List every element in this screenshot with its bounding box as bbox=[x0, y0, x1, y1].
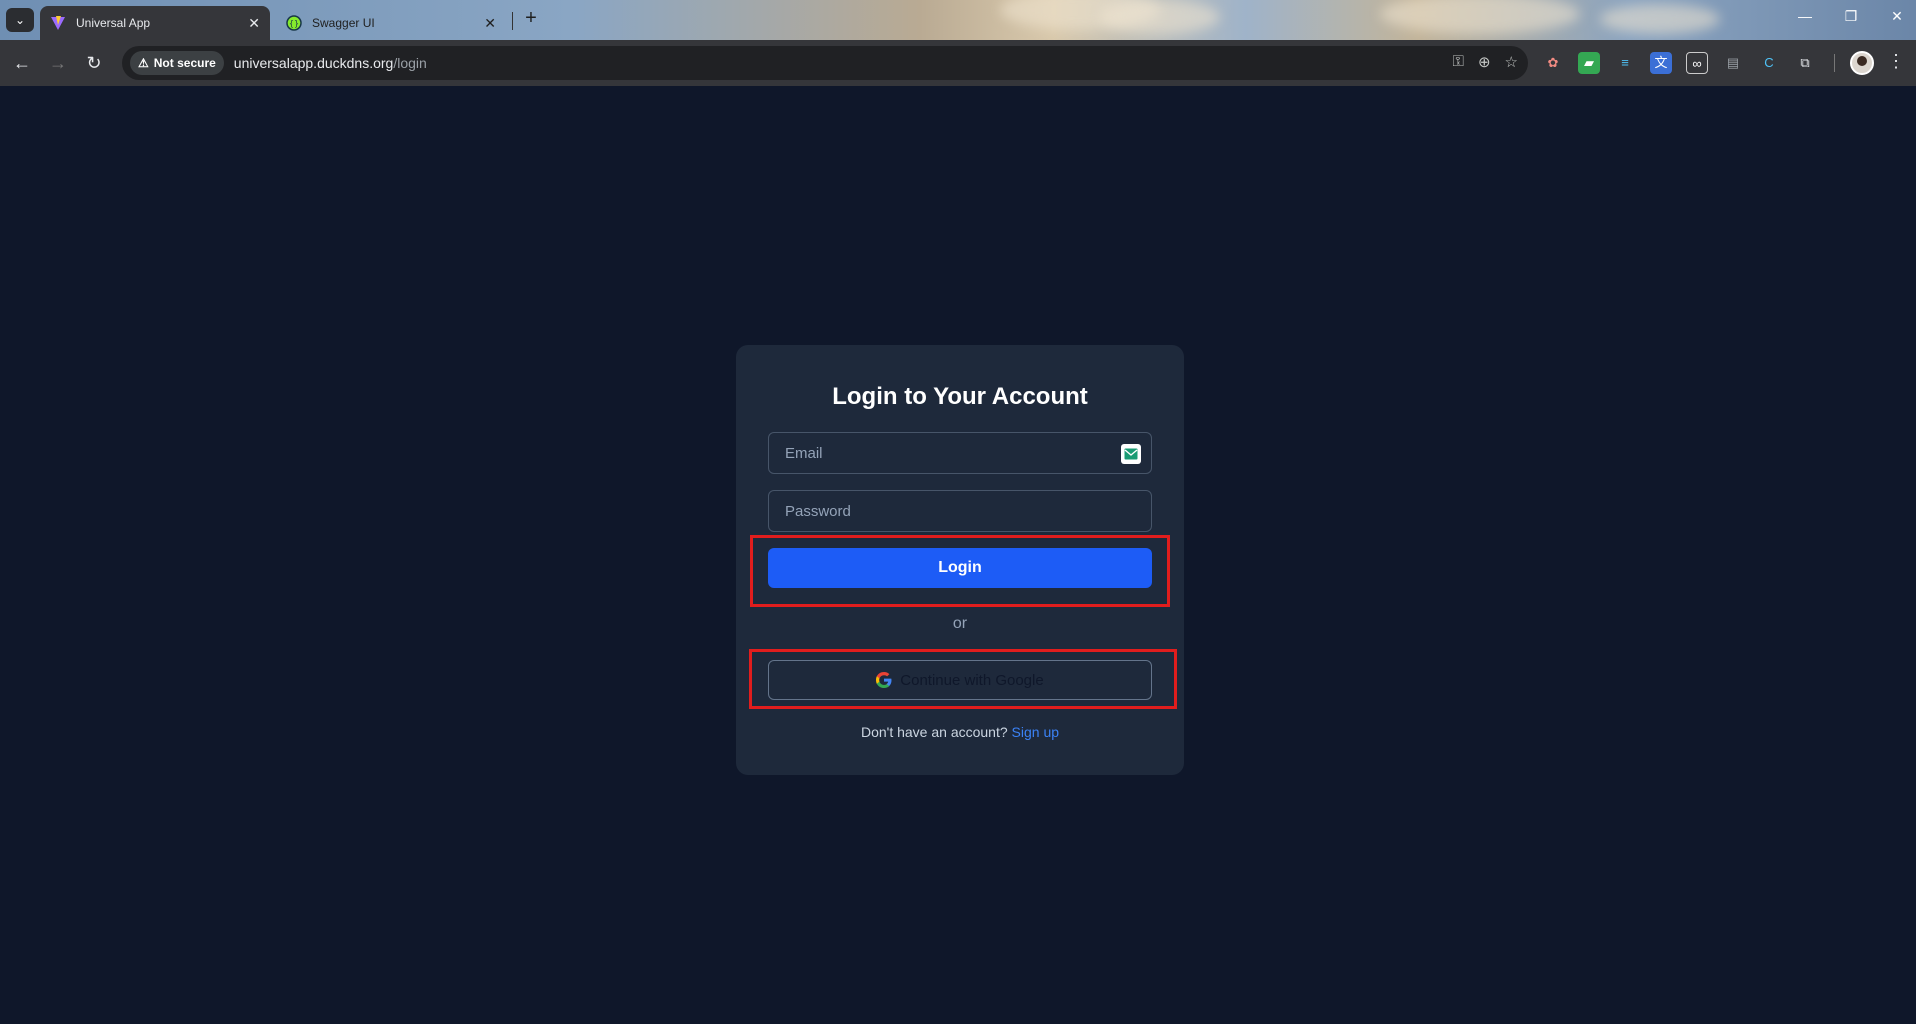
login-button-highlight bbox=[750, 535, 1170, 607]
zoom-icon[interactable]: ⊕ bbox=[1478, 53, 1491, 71]
toolbar-divider bbox=[1834, 54, 1835, 72]
forward-icon[interactable]: → bbox=[46, 51, 70, 75]
envelope-icon[interactable] bbox=[1121, 444, 1141, 464]
signup-prompt: Don't have an account? Sign up bbox=[736, 724, 1184, 740]
close-window-icon[interactable]: ✕ bbox=[1882, 8, 1912, 25]
password-key-icon[interactable]: ⚿ bbox=[1453, 53, 1464, 71]
url-host: universalapp.duckdns.org bbox=[233, 55, 394, 71]
tab-title: Universal App bbox=[76, 16, 151, 30]
new-tab-button[interactable]: + bbox=[520, 8, 542, 30]
tab-strip: ⌄ Universal App ✕ {} Swagger UI ✕ + — ❐ … bbox=[0, 0, 1916, 40]
tab-search-button[interactable]: ⌄ bbox=[6, 8, 34, 32]
sliders-extension-icon[interactable]: ≡ bbox=[1614, 52, 1636, 74]
tab-swagger-ui[interactable]: {} Swagger UI ✕ bbox=[276, 6, 506, 40]
swagger-logo-icon: {} bbox=[286, 15, 302, 31]
warning-icon: ⚠ bbox=[138, 56, 149, 70]
glasses-extension-icon[interactable]: ∞ bbox=[1686, 52, 1708, 74]
profile-avatar[interactable] bbox=[1850, 51, 1874, 75]
folder-extension-icon[interactable]: ▰ bbox=[1578, 52, 1600, 74]
svg-text:{}: {} bbox=[289, 19, 299, 28]
signup-text: Don't have an account? bbox=[860, 724, 1008, 740]
password-field[interactable]: Password bbox=[768, 490, 1152, 532]
translate-extension-icon[interactable]: 文 bbox=[1650, 52, 1672, 74]
tab-divider bbox=[512, 12, 513, 30]
signup-link[interactable]: Sign up bbox=[1012, 724, 1059, 740]
tab-title: Swagger UI bbox=[312, 16, 375, 30]
google-button-highlight bbox=[749, 649, 1177, 709]
puzzle-extensions-icon[interactable]: ⧉ bbox=[1794, 52, 1816, 74]
password-placeholder: Password bbox=[785, 502, 851, 520]
url-path: /login bbox=[393, 55, 427, 71]
cards-extension-icon[interactable]: ▤ bbox=[1722, 52, 1744, 74]
close-tab-icon[interactable]: ✕ bbox=[248, 15, 260, 32]
url-text[interactable]: universalapp.duckdns.org/login bbox=[234, 55, 427, 71]
email-placeholder: Email bbox=[785, 444, 823, 462]
restore-icon[interactable]: ❐ bbox=[1836, 8, 1866, 25]
close-tab-icon[interactable]: ✕ bbox=[484, 15, 496, 32]
bookmark-star-icon[interactable]: ☆ bbox=[1505, 53, 1518, 71]
security-label: Not secure bbox=[153, 56, 216, 70]
browser-toolbar: ← → ↻ ⚠ Not secure universalapp.duckdns.… bbox=[0, 40, 1916, 86]
tab-universal-app[interactable]: Universal App ✕ bbox=[40, 6, 270, 40]
menu-kebab-icon[interactable]: ⋮ bbox=[1886, 51, 1906, 72]
reload-icon[interactable]: ↻ bbox=[82, 51, 106, 75]
or-divider: or bbox=[952, 615, 968, 632]
back-icon[interactable]: ← bbox=[10, 51, 34, 75]
cookie-extension-icon[interactable]: ✿ bbox=[1542, 52, 1564, 74]
address-bar[interactable]: ⚠ Not secure universalapp.duckdns.org/lo… bbox=[122, 46, 1528, 80]
minimize-icon[interactable]: — bbox=[1790, 8, 1820, 24]
email-field[interactable]: Email bbox=[768, 432, 1152, 474]
page-title: Login to Your Account bbox=[832, 383, 1088, 410]
vite-logo-icon bbox=[50, 15, 66, 31]
c-extension-icon[interactable]: C bbox=[1758, 52, 1780, 74]
security-chip[interactable]: ⚠ Not secure bbox=[130, 51, 224, 75]
